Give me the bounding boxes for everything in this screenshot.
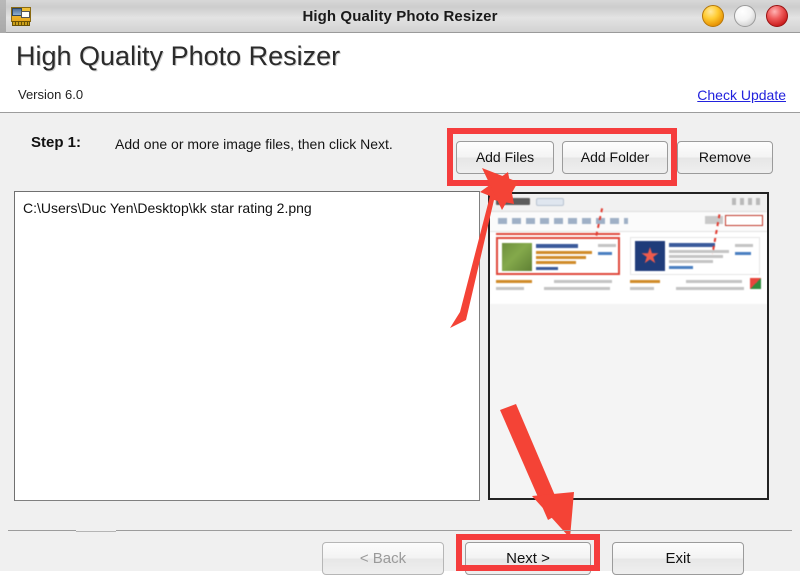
thumb-search-field xyxy=(705,216,723,224)
thumb-card-line xyxy=(669,255,723,258)
thumb-filter-bar xyxy=(490,212,767,232)
thumb-footer-line xyxy=(630,287,654,290)
annotation-box-next-button xyxy=(456,534,600,571)
annotation-box-add-buttons xyxy=(447,128,677,186)
thumb-card-right: ★ xyxy=(630,237,760,275)
thumb-card-link xyxy=(669,266,693,269)
step-label: Step 1: xyxy=(31,134,82,151)
thumb-star-rating-image: ★ xyxy=(635,241,665,271)
thumb-footer-right xyxy=(630,280,760,296)
thumb-select-field xyxy=(725,215,763,226)
header-panel: High Quality Photo Resizer Version 6.0 C… xyxy=(0,33,800,113)
remove-button[interactable]: Remove xyxy=(677,141,773,174)
header-divider xyxy=(0,112,800,113)
page-title: High Quality Photo Resizer xyxy=(16,41,341,71)
thumb-card-line xyxy=(536,256,586,259)
file-list[interactable]: C:\Users\Duc Yen\Desktop\kk star rating … xyxy=(14,191,480,501)
version-label: Version 6.0 xyxy=(18,87,84,102)
window-title: High Quality Photo Resizer xyxy=(302,8,498,25)
photo-resizer-window: High Quality Photo Resizer High Quality … xyxy=(0,0,800,575)
back-button[interactable]: < Back xyxy=(322,542,444,575)
thumb-browser-logo-icon xyxy=(750,278,761,289)
close-button[interactable] xyxy=(766,5,788,27)
thumb-footer-line xyxy=(496,287,524,290)
thumb-footer-line xyxy=(676,287,744,290)
thumb-card-line xyxy=(669,250,729,253)
thumb-card-title xyxy=(669,243,715,247)
thumb-card-left xyxy=(496,237,620,275)
thumb-button-pill xyxy=(536,198,564,206)
check-update-link[interactable]: Check Update xyxy=(697,87,786,103)
step-instruction: Add one or more image files, then click … xyxy=(115,136,393,152)
thumb-footer-line xyxy=(686,280,742,283)
thumb-window-controls xyxy=(732,198,762,205)
thumb-card-line xyxy=(536,261,576,264)
minimize-button[interactable] xyxy=(702,5,724,27)
thumb-footer-line xyxy=(544,287,610,290)
thumb-card-title xyxy=(536,244,578,248)
star-icon: ★ xyxy=(640,243,660,268)
preview-thumbnail: ★ xyxy=(490,194,767,304)
thumb-footer-line xyxy=(630,280,660,283)
window-controls xyxy=(702,5,788,27)
exit-button[interactable]: Exit xyxy=(612,542,744,575)
thumb-card-line xyxy=(536,251,592,254)
list-item[interactable]: C:\Users\Duc Yen\Desktop\kk star rating … xyxy=(15,192,479,216)
thumb-footer-line xyxy=(554,280,612,283)
thumb-browser-topbar xyxy=(490,194,767,212)
thumb-footer-line xyxy=(496,280,532,283)
thumb-nav-links xyxy=(498,218,628,224)
maximize-button[interactable] xyxy=(734,5,756,27)
footer-divider-notch xyxy=(76,528,116,532)
footer-divider xyxy=(8,530,792,531)
thumb-title-text xyxy=(496,198,530,205)
thumb-card-meta xyxy=(735,244,753,247)
thumb-plugin-image xyxy=(502,243,532,271)
thumb-card-meta xyxy=(735,252,751,255)
title-bar: High Quality Photo Resizer xyxy=(0,0,800,33)
image-preview-panel: ★ xyxy=(488,192,769,500)
thumb-card-meta xyxy=(598,244,616,247)
thumb-highlight-line xyxy=(496,233,620,235)
thumb-card-line xyxy=(669,260,713,263)
thumb-card-link xyxy=(536,267,558,270)
thumb-card-meta xyxy=(598,252,612,255)
thumb-footer-left xyxy=(496,280,616,296)
